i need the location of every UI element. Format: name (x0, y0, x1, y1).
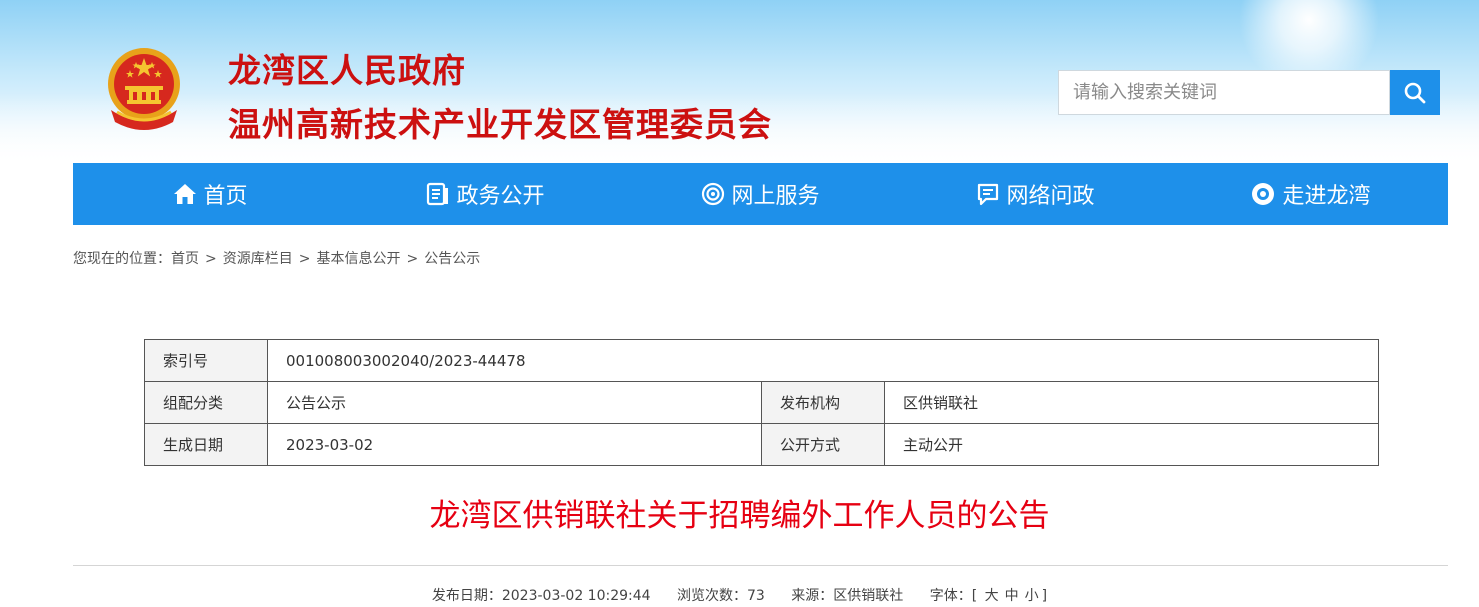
breadcrumb-separator: > (205, 251, 217, 267)
service-icon (702, 182, 725, 206)
breadcrumb-announcements[interactable]: 公告公示 (424, 251, 480, 267)
font-bracket-open: [ (971, 588, 978, 604)
eye-icon (1252, 183, 1275, 205)
font-bracket-close: ] (1041, 588, 1048, 604)
date-value: 2023-03-02 (267, 423, 762, 466)
message-icon (978, 183, 999, 206)
nav-label-online-service: 网上服务 (731, 184, 820, 209)
font-medium-button[interactable]: 中 (1005, 588, 1019, 604)
breadcrumb-prefix: 您现在的位置： (73, 251, 171, 267)
publish-date-label: 发布日期： (431, 588, 502, 604)
disclosure-value: 主动公开 (884, 423, 1379, 466)
search-input[interactable] (1058, 70, 1390, 115)
publish-date-info: 发布日期：2023-03-02 10:29:44 (432, 588, 651, 604)
views-info: 浏览次数：73 (677, 588, 765, 604)
publisher-value: 区供销联社 (884, 381, 1379, 424)
nav-item-about-longwan[interactable]: 走进龙湾 (1173, 163, 1448, 225)
views-label: 浏览次数： (677, 588, 748, 604)
sun-glow (1229, 0, 1389, 80)
category-label: 组配分类 (144, 381, 268, 424)
source-value: 区供销联社 (833, 588, 904, 604)
document-icon (427, 182, 449, 206)
breadcrumb-resource-library[interactable]: 资源库栏目 (223, 251, 293, 267)
font-small-button[interactable]: 小 (1025, 588, 1039, 604)
info-table: 索引号 001008003002040/2023-44478 组配分类 公告公示… (144, 339, 1379, 466)
site-title-line2: 温州高新技术产业开发区管理委员会 (228, 105, 772, 144)
article-info-bar: 发布日期：2023-03-02 10:29:44 浏览次数：73 来源：区供销联… (0, 585, 1479, 605)
nav-label-about-longwan: 走进龙湾 (1282, 184, 1371, 209)
breadcrumb-separator: > (406, 251, 419, 267)
views-value: 73 (747, 588, 765, 604)
table-row: 生成日期 2023-03-02 公开方式 主动公开 (144, 423, 1379, 466)
font-large-button[interactable]: 大 (985, 588, 999, 604)
home-icon (174, 184, 197, 204)
national-emblem-icon (108, 48, 180, 130)
nav-item-gov-affairs[interactable]: 政务公开 (348, 163, 623, 225)
nav-item-online-inquiry[interactable]: 网络问政 (898, 163, 1173, 225)
table-row: 组配分类 公告公示 发布机构 区供销联社 (144, 381, 1379, 424)
article-title: 龙湾区供销联社关于招聘编外工作人员的公告 (429, 498, 1050, 534)
source-info: 来源：区供销联社 (791, 588, 903, 604)
date-label: 生成日期 (144, 423, 268, 466)
nav-label-gov-affairs: 政务公开 (456, 184, 545, 209)
category-value: 公告公示 (267, 381, 762, 424)
index-value: 001008003002040/2023-44478 (267, 339, 1379, 382)
nav-label-home: 首页 (203, 184, 248, 209)
table-row: 索引号 001008003002040/2023-44478 (144, 339, 1379, 382)
publish-date-value: 2023-03-02 10:29:44 (501, 588, 651, 604)
disclosure-label: 公开方式 (761, 423, 885, 466)
font-size-label: 字体： (929, 588, 972, 604)
nav-item-online-service[interactable]: 网上服务 (623, 163, 898, 225)
divider (73, 565, 1448, 566)
nav-label-online-inquiry: 网络问政 (1006, 184, 1095, 209)
search-icon (1404, 82, 1426, 103)
breadcrumb: 您现在的位置：首页 > 资源库栏目 > 基本信息公开 > 公告公示 (73, 248, 480, 268)
breadcrumb-separator: > (298, 251, 311, 267)
site-title-line1: 龙湾区人民政府 (228, 51, 466, 90)
breadcrumb-home[interactable]: 首页 (171, 251, 199, 267)
breadcrumb-basic-info[interactable]: 基本信息公开 (316, 251, 400, 267)
source-label: 来源： (791, 588, 834, 604)
main-nav: 首页 政务公开 网上服务 网络问政 走进龙湾 (73, 163, 1448, 225)
search-button[interactable] (1390, 70, 1440, 115)
font-size-control: 字体：[ 大中小] (930, 588, 1047, 604)
index-label: 索引号 (144, 339, 268, 382)
publisher-label: 发布机构 (761, 381, 885, 424)
nav-item-home[interactable]: 首页 (73, 163, 348, 225)
